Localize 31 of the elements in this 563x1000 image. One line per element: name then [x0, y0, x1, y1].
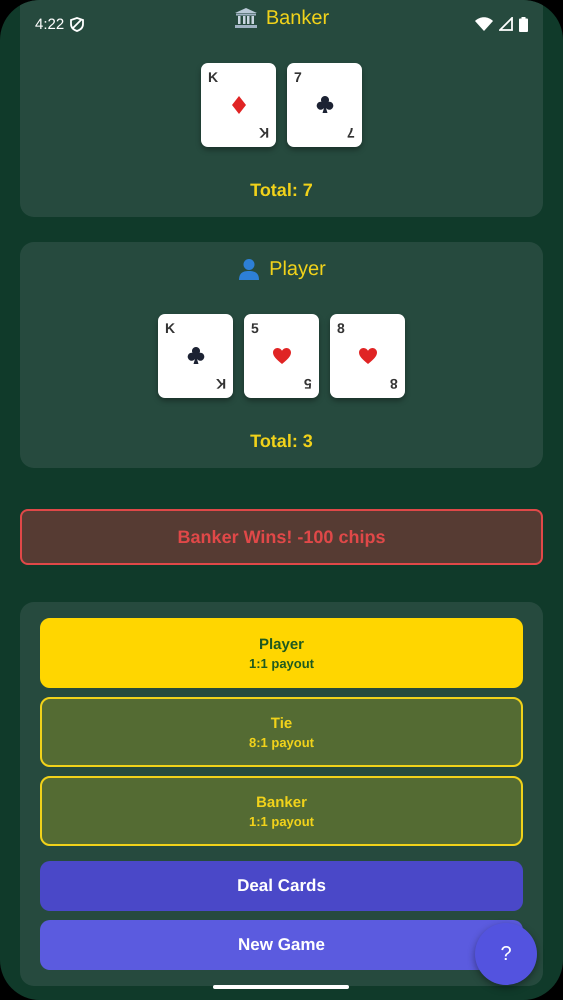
- club-icon: [316, 96, 334, 114]
- card-rank: K: [216, 377, 226, 391]
- card-rank: K: [258, 126, 269, 140]
- status-time: 4:22: [35, 16, 64, 32]
- heart-icon: [358, 347, 376, 365]
- bet-option[interactable]: Player 1:1 payout: [40, 618, 523, 688]
- card-rank: K: [208, 70, 218, 84]
- card-rank: 8: [337, 321, 345, 335]
- shield-icon: [70, 16, 84, 32]
- signal-icon: [499, 17, 513, 31]
- hand-title: Player: [269, 258, 326, 280]
- card-rank: 7: [347, 126, 355, 140]
- card-rank: 7: [294, 70, 302, 84]
- card-rank: 5: [304, 377, 312, 391]
- card-rank: K: [165, 321, 176, 335]
- hand-total: Total: 3: [250, 431, 313, 452]
- bet-option[interactable]: Tie 8:1 payout: [40, 697, 523, 767]
- card-rank: 5: [251, 321, 259, 335]
- bet-option[interactable]: Banker 1:1 payout: [40, 776, 523, 846]
- diamond-icon: [230, 96, 248, 114]
- battery-icon: [519, 16, 528, 32]
- hand-total: Total: 7: [250, 180, 313, 201]
- hand-title: Banker: [266, 6, 330, 30]
- deal-button[interactable]: Deal Cards: [40, 861, 523, 911]
- person-icon: [237, 258, 262, 280]
- result-text: Banker Wins! -100 chips: [178, 526, 386, 548]
- club-icon: [186, 347, 204, 365]
- card-rank: 8: [390, 377, 398, 391]
- bank-icon: [234, 7, 258, 29]
- wifi-icon: [475, 17, 493, 31]
- heart-icon: [272, 347, 290, 365]
